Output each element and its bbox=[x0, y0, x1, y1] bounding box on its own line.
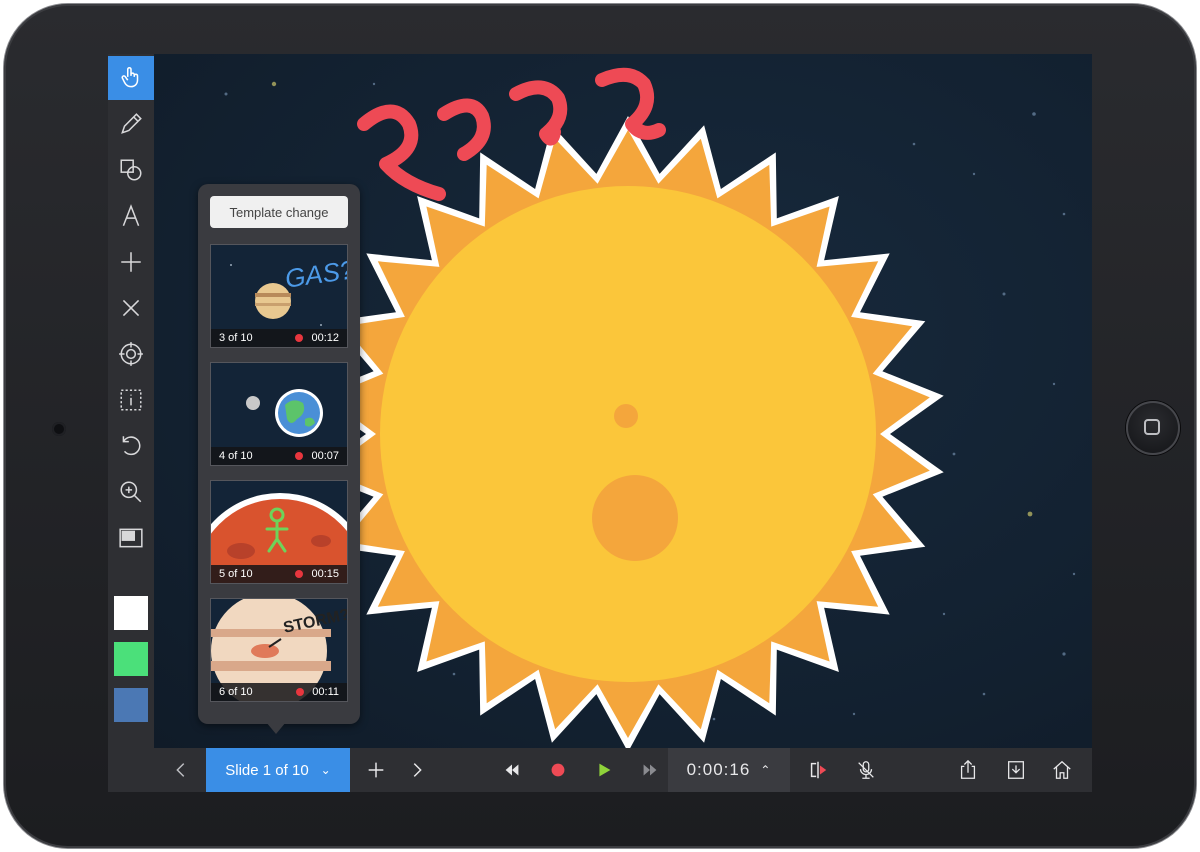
close-icon bbox=[122, 299, 140, 317]
thumb-duration: 00:11 bbox=[312, 686, 339, 698]
tool-text[interactable] bbox=[108, 194, 154, 238]
slide-thumbnail-4[interactable]: 4 of 10 00:07 bbox=[210, 362, 348, 466]
record-button[interactable] bbox=[538, 748, 578, 792]
mute-mic-button[interactable] bbox=[846, 748, 886, 792]
thumb-meta: 4 of 10 00:07 bbox=[211, 447, 347, 465]
home-button[interactable] bbox=[1126, 401, 1180, 455]
thumb-duration: 00:15 bbox=[311, 568, 339, 580]
mic-muted-icon bbox=[858, 761, 874, 779]
zoom-icon bbox=[120, 481, 142, 503]
thumb-duration: 00:07 bbox=[311, 450, 339, 462]
thumb-label: 4 of 10 bbox=[219, 450, 253, 462]
home-screen-button[interactable] bbox=[1042, 748, 1082, 792]
record-dot-icon bbox=[295, 452, 304, 460]
tool-add[interactable] bbox=[108, 240, 154, 284]
prev-slide-button[interactable] bbox=[164, 748, 198, 792]
chevron-up-icon: ⌃ bbox=[760, 763, 772, 777]
rewind-button[interactable] bbox=[492, 748, 532, 792]
home-icon bbox=[1053, 760, 1071, 779]
timer-display[interactable]: 0:00:16 ⌃ bbox=[668, 748, 790, 792]
share-button[interactable] bbox=[948, 748, 988, 792]
plus-icon bbox=[368, 762, 384, 778]
bottom-toolbar: Slide 1 of 10 ⌄ 0:00:16 ⌃ bbox=[154, 748, 1092, 792]
thumb-meta: 5 of 10 00:15 bbox=[211, 565, 347, 583]
slide-selector[interactable]: Slide 1 of 10 ⌄ bbox=[206, 748, 350, 792]
share-icon bbox=[960, 759, 976, 779]
slide-thumbnail-5[interactable]: 5 of 10 00:15 bbox=[210, 480, 348, 584]
tool-zoom[interactable] bbox=[108, 470, 154, 514]
play-icon bbox=[599, 763, 611, 777]
tool-laser[interactable] bbox=[108, 332, 154, 376]
thumb-meta: 3 of 10 00:12 bbox=[211, 329, 347, 347]
shapes-icon bbox=[120, 159, 142, 181]
thumb-label: 5 of 10 bbox=[219, 568, 253, 580]
tool-pen[interactable] bbox=[108, 102, 154, 146]
thumb-label: 3 of 10 bbox=[219, 332, 253, 344]
record-icon bbox=[551, 763, 565, 777]
front-camera bbox=[52, 422, 66, 436]
info-box-icon bbox=[120, 389, 142, 411]
split-record-icon bbox=[810, 761, 827, 779]
app-screen: Template change GAS? 3 of 10 00:12 4 of … bbox=[108, 54, 1092, 792]
thumb-duration: 00:12 bbox=[311, 332, 339, 344]
add-slide-button[interactable] bbox=[358, 748, 394, 792]
tool-shapes[interactable] bbox=[108, 148, 154, 192]
tool-undo[interactable] bbox=[108, 424, 154, 468]
split-record-button[interactable] bbox=[798, 748, 838, 792]
home-square-icon bbox=[1144, 419, 1160, 435]
rewind-icon bbox=[505, 764, 519, 776]
text-icon bbox=[122, 204, 140, 227]
tool-delete[interactable] bbox=[108, 286, 154, 330]
chevron-left-icon bbox=[176, 763, 185, 777]
next-slide-button[interactable] bbox=[400, 748, 434, 792]
play-button[interactable] bbox=[584, 748, 624, 792]
plus-icon bbox=[121, 252, 141, 272]
sun-spot-large bbox=[592, 475, 678, 561]
save-button[interactable] bbox=[996, 748, 1036, 792]
pencil-icon bbox=[121, 113, 142, 134]
thumb-label: 6 of 10 bbox=[219, 686, 253, 698]
fast-forward-icon bbox=[643, 764, 657, 776]
tool-layout[interactable] bbox=[108, 516, 154, 560]
fast-forward-button[interactable] bbox=[630, 748, 670, 792]
tool-info[interactable] bbox=[108, 378, 154, 422]
color-swatch-white[interactable] bbox=[114, 596, 148, 630]
record-dot-icon bbox=[296, 688, 305, 696]
sun-spot-small bbox=[614, 404, 638, 428]
tool-hand[interactable] bbox=[108, 56, 154, 100]
slide-list-panel: Template change GAS? 3 of 10 00:12 4 of … bbox=[198, 184, 360, 724]
chevron-down-icon: ⌄ bbox=[320, 763, 331, 777]
timer-value: 0:00:16 bbox=[686, 760, 751, 779]
panel-pointer bbox=[266, 722, 286, 734]
thumb-meta: 6 of 10 00:11 bbox=[211, 683, 347, 701]
tool-sidebar bbox=[108, 54, 154, 792]
undo-icon bbox=[122, 436, 141, 456]
record-dot-icon bbox=[295, 334, 304, 342]
template-change-button[interactable]: Template change bbox=[210, 196, 348, 228]
layout-icon bbox=[119, 528, 143, 548]
slide-thumbnail-3[interactable]: GAS? 3 of 10 00:12 bbox=[210, 244, 348, 348]
download-tray-icon bbox=[1008, 761, 1024, 779]
color-swatch-green[interactable] bbox=[114, 642, 148, 676]
record-dot-icon bbox=[295, 570, 304, 578]
color-swatch-blue[interactable] bbox=[114, 688, 148, 722]
crosshair-icon bbox=[119, 342, 143, 366]
slide-selector-label: Slide 1 of 10 bbox=[225, 761, 309, 779]
hand-pointer-icon bbox=[121, 67, 139, 88]
slide-thumbnail-6[interactable]: STORM? 6 of 10 00:11 bbox=[210, 598, 348, 702]
sun-core bbox=[380, 186, 876, 682]
chevron-right-icon bbox=[413, 763, 422, 777]
